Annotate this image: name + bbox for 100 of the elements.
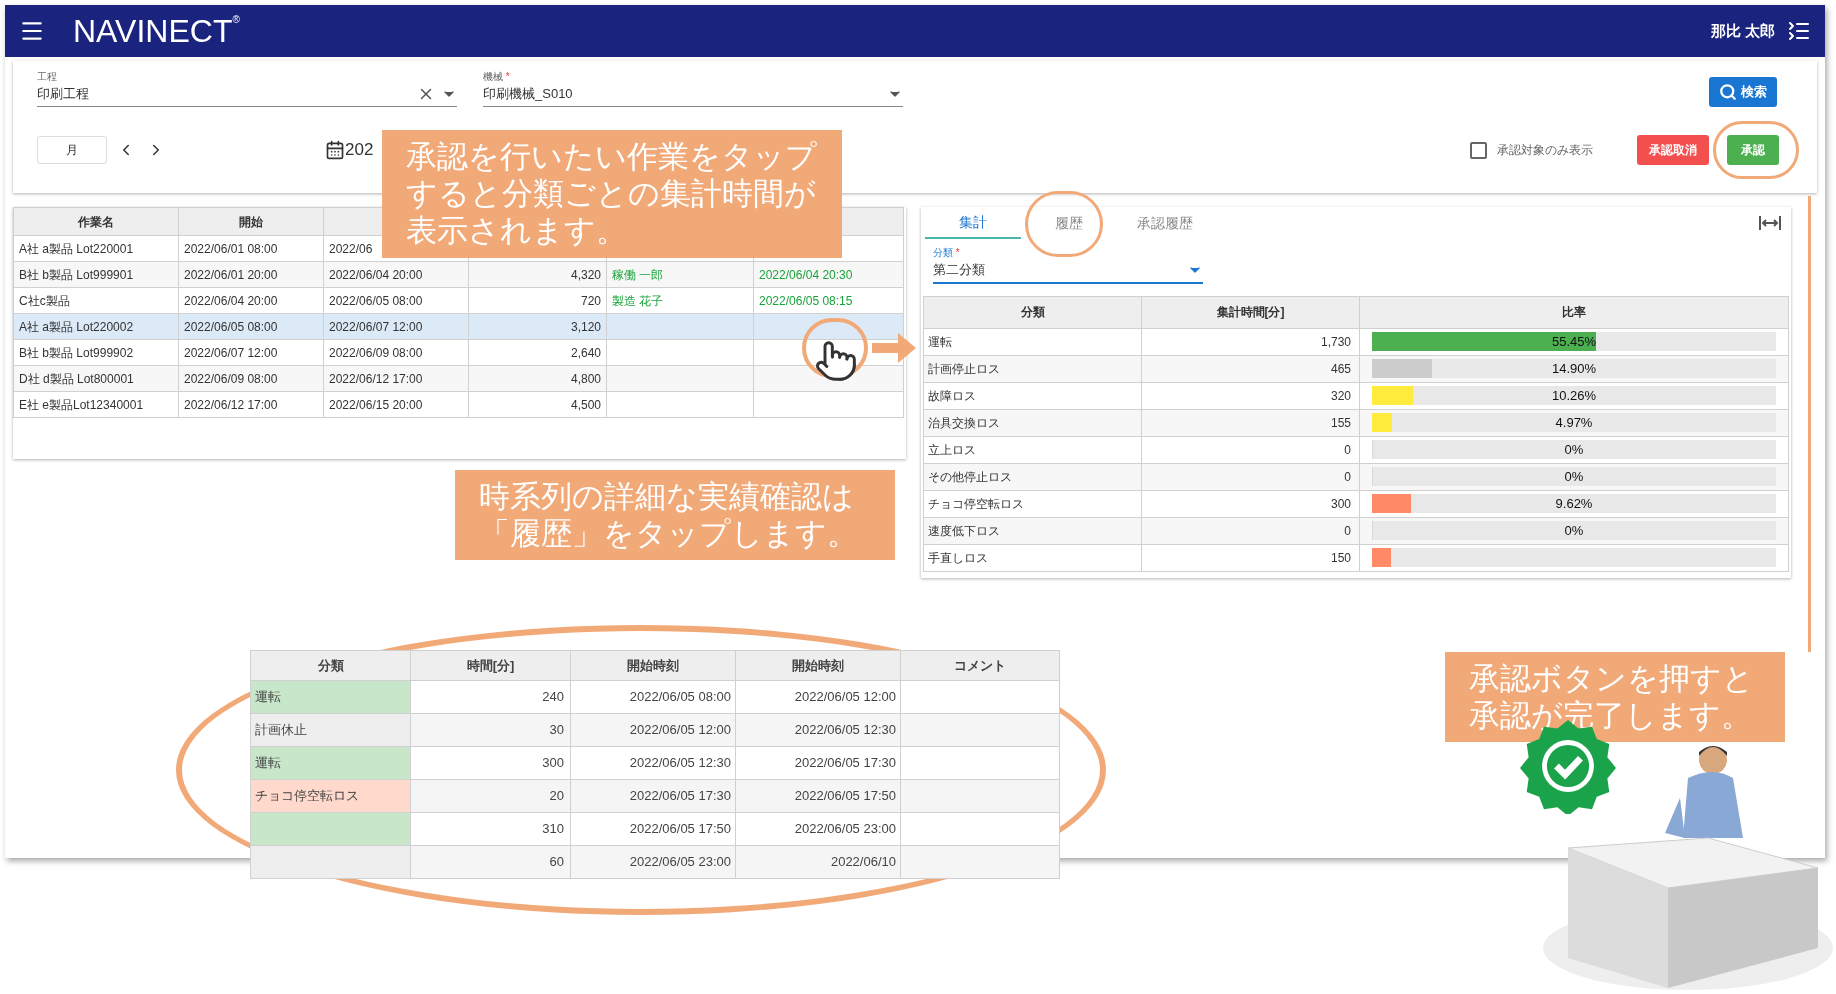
job-name-cell[interactable]: D社 d製品 Lot800001 (13, 365, 179, 392)
table-cell: 2022/06/01 08:00 (184, 241, 278, 256)
column-header: 開始時刻 (792, 657, 844, 673)
table-cell: 2,640 (570, 345, 601, 360)
table-cell: 1,730 (1320, 334, 1351, 349)
search-button[interactable]: 検索 (1709, 77, 1777, 107)
table-cell: 2022/06/05 17:50 (629, 821, 731, 837)
table-cell: 465 (1330, 361, 1351, 376)
table-cell: チョコ停空転ロス (928, 496, 1024, 511)
callout: 時系列の詳細な実績確認は「履歴」をタップします。 (455, 470, 895, 561)
table-cell: 30 (549, 722, 564, 738)
column-header: 比率 (1562, 305, 1586, 319)
table-cell: 2022/06/05 17:30 (629, 788, 731, 804)
table-cell: 故障ロス (928, 388, 976, 403)
table-cell: 2022/06/05 23:00 (629, 854, 731, 870)
column-header: 分類 (1020, 305, 1045, 319)
table-cell: 2022/06/05 17:30 (794, 755, 896, 771)
table-cell: 2022/06/05 08:00 (184, 319, 278, 334)
column-header: 集計時間[分] (1216, 305, 1285, 319)
category-cell: 運転 (250, 746, 411, 780)
job-name-cell[interactable]: E社 e製品Lot12340001 (13, 391, 179, 418)
table-cell: 手直しロス (928, 550, 988, 565)
table-cell: 60 (549, 854, 564, 870)
table-cell: 製造 花子 (612, 293, 664, 308)
table-cell: 2022/06/05 23:00 (794, 821, 896, 837)
callout: 承認を行いたい作業をタップすると分類ごとの集計時間が表示されます。 (382, 130, 842, 258)
category-cell: 運転 (250, 680, 411, 714)
column-header: 開始時刻 (627, 657, 679, 673)
job-name-cell[interactable]: B社 b製品 Lot999902 (13, 339, 179, 366)
table-cell: 2022/06/05 08:00 (629, 689, 731, 705)
table-cell: 2022/06/12 17:00 (184, 397, 278, 412)
table-cell: 2022/06/05 08:00 (329, 293, 423, 308)
category-cell: 計画休止 (250, 713, 411, 747)
table-cell: 2022/06/04 20:30 (759, 267, 853, 282)
column-header: 作業名 (78, 214, 114, 229)
table-cell: 310 (542, 821, 564, 837)
process-field[interactable]: 工程 印刷工程 (37, 69, 457, 107)
job-name-cell[interactable]: A社 a製品 Lot220002 (13, 313, 179, 340)
search-icon (1719, 83, 1737, 101)
column-header: 時間[分] (466, 657, 515, 673)
table-cell: 2022/06/10 (830, 854, 896, 870)
table-cell: 2022/06/05 12:30 (794, 722, 896, 738)
ratio-text: 14.90% (1551, 359, 1597, 378)
table-cell: 320 (1330, 388, 1351, 403)
table-cell: 稼働 一郎 (612, 267, 664, 282)
job-name-cell[interactable]: A社 a製品 Lot220001 (13, 235, 179, 262)
table-cell: 2022/06/15 20:00 (329, 397, 423, 412)
table-cell: 2022/06/09 08:00 (329, 345, 423, 360)
tab[interactable]: 集計 (925, 207, 1021, 239)
calendar-icon[interactable] (325, 140, 345, 160)
table-cell: 2022/06/05 12:00 (794, 689, 896, 705)
table-cell: 2022/06/04 20:00 (329, 267, 423, 282)
table-cell: 300 (542, 755, 564, 771)
column-header: 開始 (239, 214, 263, 229)
table-cell: 2022/06/12 17:00 (329, 371, 423, 386)
table-cell: 治具交換ロス (928, 415, 1000, 430)
column-header: コメント (954, 657, 1006, 673)
table-cell: 155 (1330, 415, 1351, 430)
table-cell: 3,120 (570, 319, 601, 334)
machine-field[interactable]: 機械 * 印刷機械_S010 (483, 69, 903, 107)
menu-collapse-icon[interactable] (1787, 19, 1811, 43)
table-cell: 720 (580, 293, 601, 308)
ratio-text: 0% (1564, 467, 1584, 486)
table-cell: その他停止ロス (928, 469, 1012, 484)
table-cell: 2022/06 (329, 241, 373, 256)
table-cell: 2022/06/05 08:15 (759, 293, 853, 308)
checkbox[interactable] (1470, 141, 1487, 159)
table-cell: 計画停止ロス (928, 361, 1000, 376)
ratio-text: 4.97% (1555, 413, 1593, 432)
tab[interactable]: 承認履歴 (1117, 207, 1213, 239)
ratio-text: 0% (1564, 440, 1584, 459)
table-cell: 立上ロス (928, 442, 976, 457)
expand-width-icon[interactable] (1759, 215, 1781, 231)
checkbox-label: 承認対象のみ表示 (1497, 142, 1593, 159)
category-field[interactable]: 分類 * 第二分類 (933, 245, 1203, 284)
table-cell: 2022/06/05 17:50 (794, 788, 896, 804)
date-text: 202 (345, 139, 374, 162)
table-cell: 2022/06/05 12:00 (629, 722, 731, 738)
table-cell: 0 (1344, 442, 1351, 457)
ratio-text: 55.45% (1551, 332, 1597, 351)
job-name-cell[interactable]: B社 b製品 Lot999901 (13, 261, 179, 288)
table-cell: 2022/06/05 12:30 (629, 755, 731, 771)
table-cell: 2022/06/09 08:00 (184, 371, 278, 386)
table-cell: 20 (549, 788, 564, 804)
table-cell: 2022/06/07 12:00 (184, 345, 278, 360)
column-header: 分類 (317, 657, 344, 673)
ratio-text: 0% (1564, 521, 1584, 540)
table-cell: 2022/06/01 20:00 (184, 267, 278, 282)
arrow-icon (872, 333, 916, 363)
table-cell: 240 (542, 689, 564, 705)
table-cell: 4,800 (570, 371, 601, 386)
category-cell: チョコ停空転ロス (250, 779, 411, 813)
period-button[interactable]: 月 (37, 136, 107, 164)
table-cell: 速度低下ロス (928, 523, 1000, 538)
table-cell: 2022/06/04 20:00 (184, 293, 278, 308)
tab[interactable]: 履歴 (1021, 207, 1117, 239)
job-name-cell[interactable]: C社c製品 (13, 287, 179, 314)
ratio-text: 10.26% (1551, 386, 1597, 405)
table-cell: 運転 (928, 334, 952, 349)
ratio-text: 9.62% (1555, 494, 1593, 513)
